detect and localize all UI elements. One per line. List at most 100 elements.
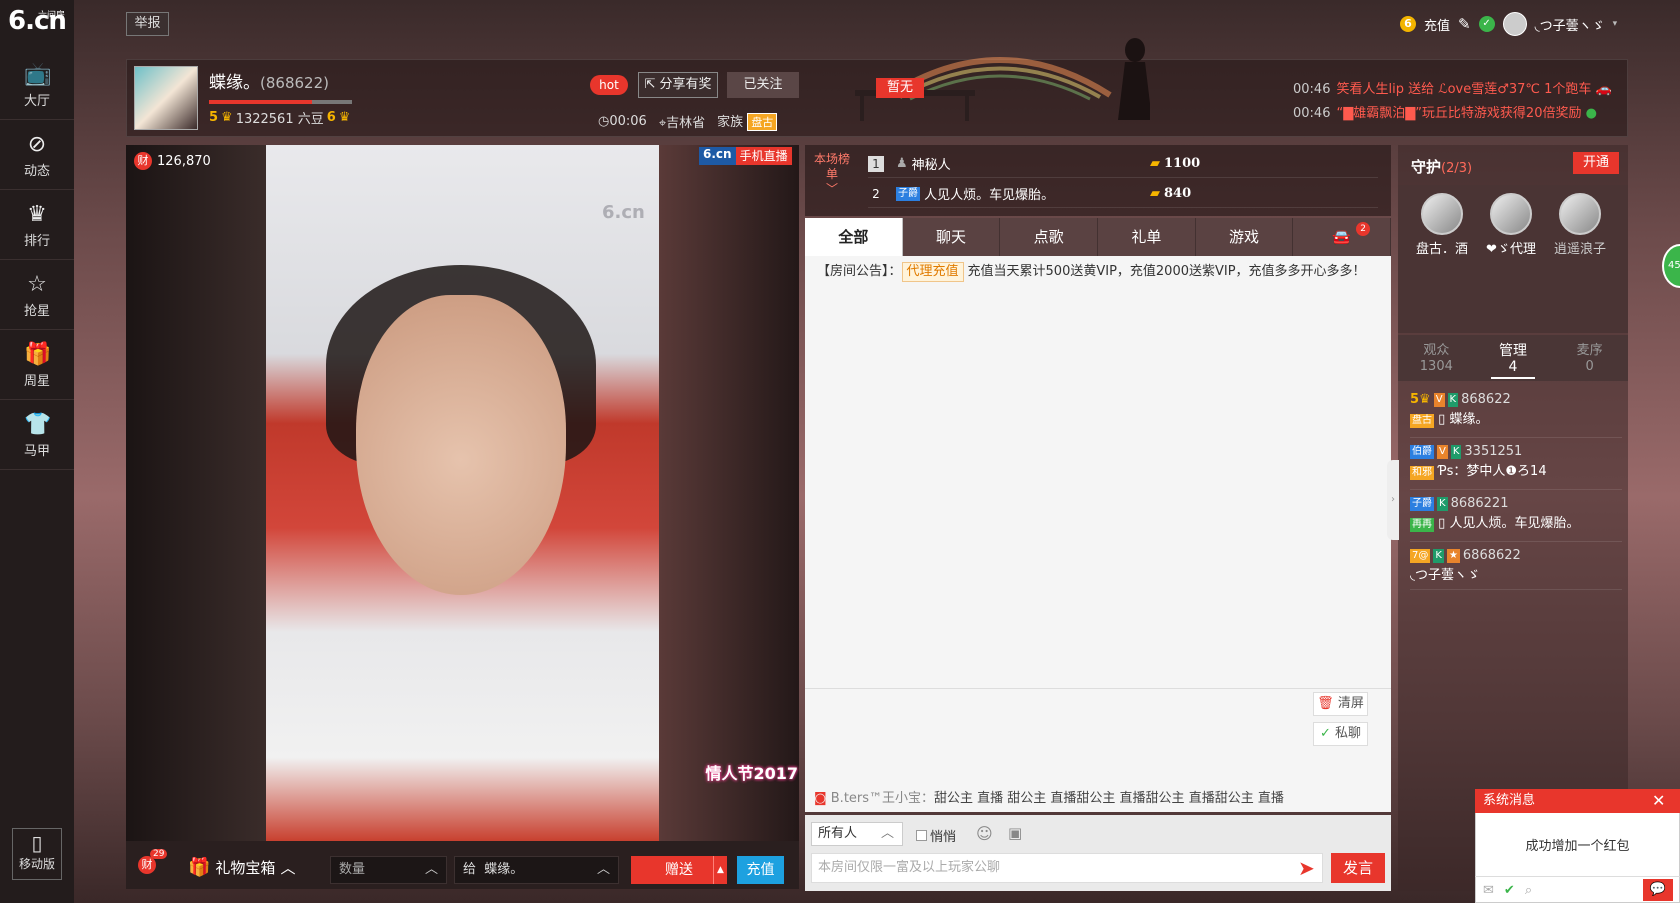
gift-icon: 🎁 — [24, 342, 52, 367]
open-guard-button[interactable]: 开通 — [1573, 152, 1619, 174]
chat-bubble-icon[interactable]: 💬 — [1643, 879, 1673, 901]
level-left: 5 — [209, 110, 219, 125]
wealth-value: 126,870 — [157, 153, 211, 169]
chevron-down-icon[interactable]: ▾ — [1613, 19, 1618, 29]
tab-managers[interactable]: 管理 4 — [1475, 335, 1552, 381]
gift-ticker: 00:46 笑看人生lip 送给 ℒove雪莲♂37℃ 1个跑车 🚗 00:46 “… — [1293, 78, 1612, 126]
tv-icon: 📺 — [24, 62, 52, 87]
anchor-name[interactable]: 蝶缘。 — [209, 73, 260, 93]
guard-member[interactable]: ❤ゞ代理 — [1479, 193, 1543, 257]
quantity-select[interactable]: 数量 ︿ — [330, 856, 447, 884]
manager-item[interactable]: 5♛ V K 868622 盘古 ▯ 蝶缘。 — [1410, 390, 1622, 438]
search-icon[interactable]: ⌕ — [1525, 883, 1532, 898]
nav-item-dynamic[interactable]: ⊘ 动态 — [0, 122, 74, 190]
guard-member[interactable]: 盘古．酒 — [1410, 193, 1474, 257]
tab-chat[interactable]: 聊天 — [903, 218, 1001, 256]
phone-icon: ▯ — [1438, 516, 1446, 531]
verified-icon[interactable]: ✔ — [1504, 883, 1515, 898]
recipient-select[interactable]: 给 蝶缘。 ︿ — [454, 856, 619, 884]
nav-item-week-star[interactable]: 🎁 周星 — [0, 332, 74, 400]
tab-games[interactable]: 游戏 — [1196, 218, 1294, 256]
agent-recharge-link[interactable]: 代理充值 — [901, 262, 964, 282]
chat-area[interactable] — [805, 256, 1391, 812]
chevron-up-icon: ︿ — [596, 862, 610, 877]
tab-song[interactable]: 点歌 — [1000, 218, 1099, 256]
recharge-link[interactable]: 充值 — [1424, 15, 1450, 34]
tab-gifts[interactable]: 礼单 — [1098, 218, 1196, 256]
mail-icon[interactable]: ✉ — [1483, 883, 1494, 898]
gold-icon: ▰ — [1150, 156, 1160, 171]
rank-row[interactable]: 1 ♟ 神秘人 ▰ 1100 — [868, 150, 1378, 178]
wealth-counter: 财 126,870 — [134, 152, 211, 170]
chat-target-select[interactable]: 所有人 ︿ — [811, 822, 903, 846]
manager-item[interactable]: 伯爵 V K 3351251 和邪 Ƥs：梦中人❶ろ14 — [1410, 442, 1622, 490]
ticker-item[interactable]: 00:46 笑看人生lip 送给 ℒove雪莲♂37℃ 1个跑车 🚗 — [1293, 78, 1612, 102]
star-icon: ☆ — [27, 272, 47, 297]
broadcast-message: ◙ B.ters™王小宝：甜公主 直播 甜公主 直播甜公主 直播甜公主 直播甜公… — [814, 791, 1284, 806]
guard-title: 守护(2/3) — [1411, 158, 1473, 176]
follow-button[interactable]: 已关注 — [727, 72, 799, 98]
share-icon: ⇱ — [644, 77, 656, 92]
report-button[interactable]: 举报 — [126, 12, 169, 36]
chat-divider[interactable] — [805, 688, 1391, 689]
nav-label: 动态 — [23, 164, 50, 179]
image-icon[interactable]: ▣ — [1008, 824, 1022, 842]
banner-tag: 暂无 — [876, 78, 924, 98]
car-icon: 🚘 — [1332, 228, 1352, 246]
emoji-icon[interactable]: ☺ — [976, 824, 993, 843]
paper-plane-icon[interactable]: ➤ — [1298, 856, 1315, 880]
mystery-icon: ♟ — [896, 156, 908, 171]
giftbox-label: 礼物宝箱 — [215, 859, 276, 877]
nav-item-hall[interactable]: 📺 大厅 — [0, 52, 74, 120]
duration: ◷00:06 — [598, 113, 647, 129]
share-button[interactable]: ⇱ 分享有奖 — [638, 72, 718, 98]
family[interactable]: 家族 盘古 — [717, 111, 778, 131]
car-badge: 2 — [1356, 222, 1371, 236]
close-icon[interactable]: ✕ — [1652, 791, 1665, 810]
check-circle-icon: ✓ — [1319, 726, 1331, 741]
logo-sub: 六间房 — [38, 11, 66, 21]
ticker-item[interactable]: 00:46 “▇雄霸飘泊▇”玩丘比特游戏获得20倍奖励 ● — [1293, 102, 1612, 126]
rank-label[interactable]: 本场榜单 ﹀ — [812, 152, 852, 197]
system-message-title: 系统消息 — [1475, 789, 1680, 813]
guard-member[interactable]: 逍遥浪子 — [1548, 193, 1612, 257]
manager-item[interactable]: 7@ K ★ 6868622 ◟つ子蕓ヽゞ — [1410, 546, 1622, 590]
nav-item-rank[interactable]: ♛ 排行 — [0, 192, 74, 260]
tab-all[interactable]: 全部 — [805, 218, 903, 256]
gift-box-button[interactable]: 🎁 礼物宝箱 ︿ — [188, 857, 295, 878]
checkbox[interactable] — [916, 830, 927, 841]
username[interactable]: ◟つ子蕓ヽゞ — [1535, 15, 1605, 34]
broadcast-icon: ◙ — [814, 791, 827, 806]
collapse-handle[interactable]: › — [1387, 460, 1399, 540]
side-bubble[interactable]: 45 — [1662, 244, 1680, 288]
speak-button[interactable]: 发言 — [1331, 853, 1385, 883]
audience-tabs: 观众 1304 管理 4 麦序 0 — [1398, 335, 1628, 381]
crown-icon: ♛ — [221, 110, 233, 125]
nav-item-vest[interactable]: 👕 马甲 — [0, 402, 74, 470]
whisper-checkbox[interactable]: 悄悄 — [916, 826, 956, 845]
site-logo[interactable]: 6.cn 六间房 — [8, 6, 72, 40]
send-gift-button[interactable]: 赠送 ▲ — [631, 856, 727, 884]
tab-mic-queue[interactable]: 麦序 0 — [1551, 335, 1628, 381]
mobile-version-button[interactable]: ▯ 移动版 — [12, 828, 62, 880]
rank-row[interactable]: 2 子爵 人见人烦。车见爆胎。 ▰ 840 — [868, 180, 1378, 208]
chat-input[interactable]: 本房间仅限一富及以上玩家公聊 — [811, 853, 1323, 883]
nav-item-grab-star[interactable]: ☆ 抢星 — [0, 262, 74, 330]
user-avatar[interactable] — [1502, 12, 1527, 36]
tab-car[interactable]: 🚘 2 — [1293, 218, 1392, 256]
private-chat-button[interactable]: ✓ 私聊 — [1313, 722, 1368, 746]
send-dropdown-icon[interactable]: ▲ — [713, 856, 727, 884]
clear-screen-button[interactable]: 🗑 清屏 — [1313, 692, 1368, 716]
user-toolbar: 6 充值 ✎ ✓ ◟つ子蕓ヽゞ ▾ — [1400, 12, 1618, 36]
nav-label: 排行 — [23, 234, 50, 249]
crown-icon: ♛ — [338, 110, 351, 125]
manager-item[interactable]: 子爵 K 8686221 再再 ▯ 人见人烦。车见爆胎。 — [1410, 494, 1622, 542]
anchor-avatar[interactable] — [134, 66, 198, 130]
anchor-level-row: 5 ♛ 1322561 六豆 6 ♛ — [209, 108, 350, 127]
edit-icon[interactable]: ✎ — [1458, 15, 1471, 33]
cai-count-badge: 29 — [150, 849, 168, 859]
recharge-button[interactable]: 充值 — [737, 856, 784, 884]
gift-icon: 🎁 — [188, 857, 211, 878]
car-icon: 🚗 — [1595, 82, 1612, 97]
tab-audience[interactable]: 观众 1304 — [1398, 335, 1475, 381]
